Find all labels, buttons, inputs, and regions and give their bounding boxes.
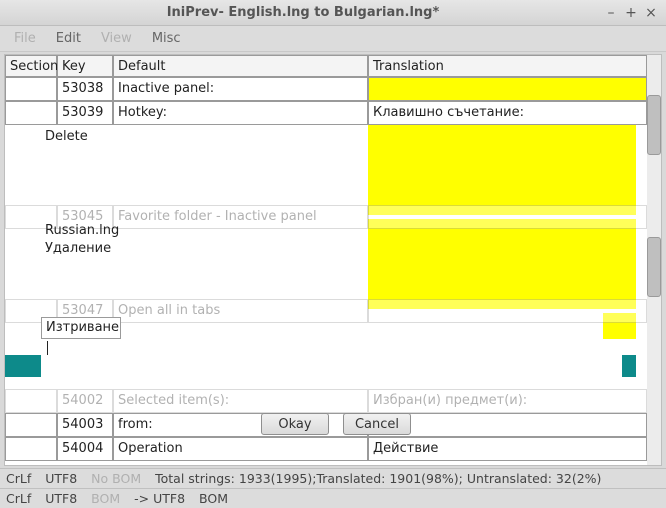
cell-default: Selected item(s): [113,389,368,413]
status-bom: No BOM [91,471,141,486]
status-bom2: BOM [199,491,228,506]
cell-key: 54003 [57,413,113,437]
cell-translation[interactable] [368,77,647,101]
window-title: IniPrev- English.lng to Bulgarian.lng* [6,5,600,20]
status-bom: BOM [91,491,120,506]
menu-misc[interactable]: Misc [142,28,191,49]
statusbar-source: CrLf UTF8 No BOM Total strings: 1933(199… [0,468,666,488]
table-row[interactable]: 54004 Operation Действие [5,437,647,461]
cell-section [5,101,57,125]
highlight-block [368,125,636,215]
label-udalenie: Удаление [45,241,111,256]
cell-translation[interactable]: Клавишно съчетание: [368,101,647,125]
cell-translation[interactable]: Избран(и) предмет(и): [368,389,647,413]
table-row[interactable]: 53039 Hotkey: Клавишно съчетание: [5,101,647,125]
cell-default: Favorite folder - Inactive panel [113,205,368,229]
okay-button[interactable]: Okay [261,413,329,435]
content-area: Section Key Default Translation 53038 In… [4,54,662,466]
header-section[interactable]: Section [5,55,57,77]
scrollbar-thumb-upper[interactable] [647,95,661,155]
header-default[interactable]: Default [113,55,368,77]
status-utf8: UTF8 [45,491,77,506]
cell-key: 54004 [57,437,113,461]
status-arrow: -> UTF8 [134,491,185,506]
cell-default: Hotkey: [113,101,368,125]
cell-translation[interactable] [368,205,647,229]
status-utf8: UTF8 [45,471,77,486]
menubar: File Edit View Misc [0,26,666,52]
header-key[interactable]: Key [57,55,113,77]
cell-section [5,413,57,437]
status-crlf: CrLf [6,471,31,486]
selection-marker [5,355,41,377]
header-translation[interactable]: Translation [368,55,647,77]
cell-default: Inactive panel: [113,77,368,101]
close-button[interactable]: × [642,4,660,22]
label-delete: Delete [45,129,88,144]
cancel-button[interactable]: Cancel [343,413,411,435]
titlebar: IniPrev- English.lng to Bulgarian.lng* –… [0,0,666,26]
selection-marker [622,355,636,377]
cell-section [5,437,57,461]
table-header: Section Key Default Translation [5,55,647,77]
menu-view[interactable]: View [91,28,142,49]
table-row[interactable]: 53038 Inactive panel: [5,77,647,101]
status-crlf: CrLf [6,491,31,506]
cell-key: 53038 [57,77,113,101]
cell-section [5,389,57,413]
cell-key: 53039 [57,101,113,125]
minimize-button[interactable]: – [602,4,620,22]
scrollbar-thumb-lower[interactable] [647,237,661,297]
maximize-button[interactable]: + [622,4,640,22]
cell-translation[interactable]: Действие [368,437,647,461]
table-row[interactable]: 54002 Selected item(s): Избран(и) предме… [5,389,647,413]
cell-default: Open all in tabs [113,299,368,323]
statusbar-target: CrLf UTF8 BOM -> UTF8 BOM [0,488,666,508]
cell-translation[interactable] [368,299,647,323]
cell-key: 54002 [57,389,113,413]
translation-input[interactable]: Изтриване [41,317,121,339]
label-russian: Russian.lng [45,223,119,238]
menu-edit[interactable]: Edit [46,28,91,49]
dialog-buttons: Okay Cancel [261,413,411,435]
cell-section [5,77,57,101]
cell-default: Operation [113,437,368,461]
highlight-block [368,219,636,309]
status-summary: Total strings: 1933(1995);Translated: 19… [155,471,601,486]
menu-file[interactable]: File [4,28,46,49]
translation-input-text: Изтриване [46,320,119,335]
